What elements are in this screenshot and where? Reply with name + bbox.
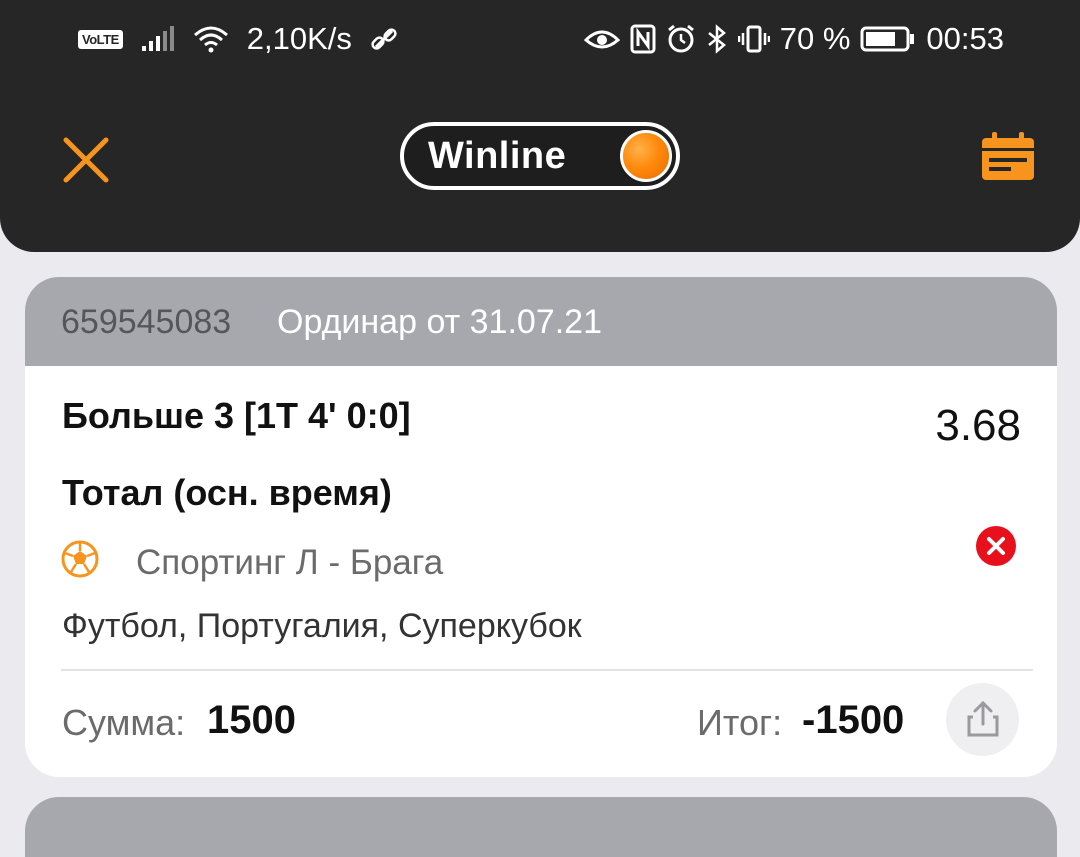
- lost-status-icon: [976, 526, 1016, 566]
- nfc-icon: [630, 24, 656, 54]
- volte-badge: VoLTE: [78, 29, 123, 49]
- bet-outcome: Больше 3 [1Т 4' 0:0]: [62, 395, 411, 436]
- battery-percent: 70 %: [779, 21, 851, 56]
- calendar-icon[interactable]: [980, 132, 1036, 182]
- bet-card-header: 659545083 Ординар от 31.07.21: [25, 277, 1057, 366]
- bet-card[interactable]: 659545083 Ординар от 31.07.21 Больше 3 […: [25, 277, 1057, 777]
- alarm-icon: [667, 24, 694, 53]
- bet-type-date: Ординар от 31.07.21: [277, 303, 602, 341]
- bluetooth-icon: [707, 24, 726, 54]
- status-bar-right: 70 % 00:53: [583, 20, 1004, 58]
- clock: 00:53: [926, 21, 1004, 56]
- share-icon: [967, 700, 999, 737]
- wifi-icon: [193, 26, 228, 53]
- top-bar: Winline: [0, 100, 1080, 220]
- eye-comfort-icon: [583, 30, 620, 49]
- result-label: Итог:: [697, 702, 783, 743]
- logo-text: Winline: [428, 135, 567, 177]
- event-name: Спортинг Л - Брага: [136, 543, 444, 582]
- signal-icon: [141, 26, 174, 51]
- vibrate-icon: [737, 25, 770, 53]
- next-bet-card[interactable]: [25, 797, 1057, 857]
- bet-odds: 3.68: [935, 401, 1021, 450]
- divider: [61, 669, 1033, 671]
- status-bar: VoLTE 2,10K/s 70 % 00:53: [0, 0, 1080, 78]
- share-button[interactable]: [946, 683, 1019, 756]
- close-icon[interactable]: [60, 134, 112, 186]
- stake-label: Сумма:: [62, 702, 186, 743]
- link-icon: [371, 28, 397, 50]
- stake-value: 1500: [207, 698, 296, 742]
- winline-logo: Winline: [400, 122, 680, 190]
- battery-icon: [860, 26, 915, 52]
- logo-ball-icon: [620, 130, 672, 182]
- league-name: Футбол, Португалия, Суперкубок: [62, 607, 582, 645]
- network-speed: 2,10K/s: [246, 21, 352, 56]
- status-bar-left: VoLTE 2,10K/s: [78, 20, 398, 58]
- bet-id: 659545083: [61, 303, 232, 341]
- app-header: VoLTE 2,10K/s 70 % 00:53 Winline: [0, 0, 1080, 252]
- football-icon: [61, 540, 99, 578]
- bet-market: Тотал (осн. время): [62, 472, 392, 513]
- result-value: -1500: [802, 698, 905, 742]
